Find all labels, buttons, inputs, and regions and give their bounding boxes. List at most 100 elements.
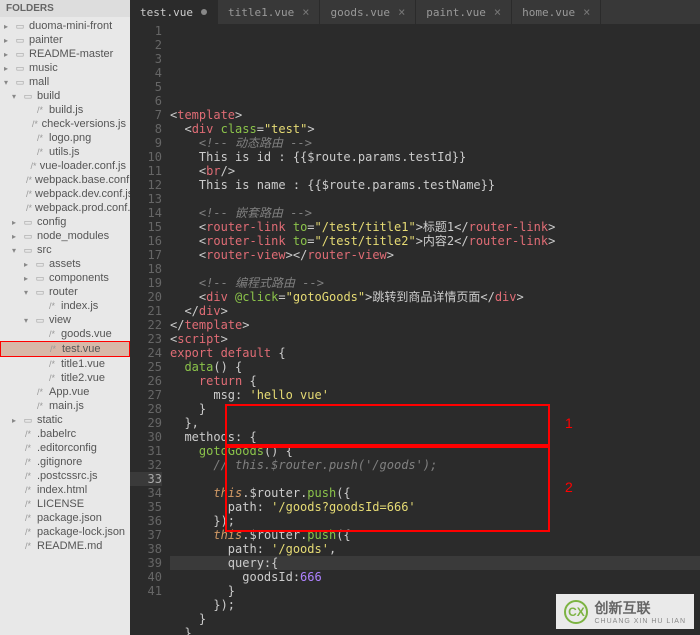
tree-item[interactable]: /*App.vue <box>0 385 130 399</box>
code-line[interactable]: This is name : {{$route.params.testName}… <box>170 178 700 192</box>
code-line[interactable] <box>170 472 700 486</box>
code-line[interactable]: this.$router.push({ <box>170 486 700 500</box>
code-line[interactable]: <div class="test"> <box>170 122 700 136</box>
folder-icon: ▭ <box>14 48 26 60</box>
tree-item[interactable]: /*package.json <box>0 511 130 525</box>
tree-item[interactable]: /*package-lock.json <box>0 525 130 539</box>
tree-item[interactable]: /*.postcssrc.js <box>0 469 130 483</box>
code-line[interactable]: <!-- 嵌套路由 --> <box>170 206 700 220</box>
code-line[interactable]: data() { <box>170 360 700 374</box>
tree-item[interactable]: ▾▭src <box>0 243 130 257</box>
folder-icon: ▭ <box>34 286 46 298</box>
code-line[interactable]: <router-view></router-view> <box>170 248 700 262</box>
code-line[interactable] <box>170 262 700 276</box>
tree-item[interactable]: ▸▭config <box>0 215 130 229</box>
tree-item[interactable]: /*title2.vue <box>0 371 130 385</box>
code-line[interactable]: </div> <box>170 304 700 318</box>
tree-item[interactable]: /*.gitignore <box>0 455 130 469</box>
code-line[interactable]: query:{ <box>170 556 700 570</box>
code-line[interactable]: goodsId:666 <box>170 570 700 584</box>
tab[interactable]: home.vue× <box>512 0 601 24</box>
line-number: 30 <box>130 430 162 444</box>
code-line[interactable]: <router-link to="/test/title2">内容2</rout… <box>170 234 700 248</box>
line-number: 15 <box>130 220 162 234</box>
file-icon: /* <box>22 428 34 440</box>
code-line[interactable]: path: '/goods?goodsId=666' <box>170 500 700 514</box>
tree-item[interactable]: ▸▭duoma-mini-front <box>0 19 130 33</box>
code-line[interactable]: return { <box>170 374 700 388</box>
tree-item[interactable]: /*LICENSE <box>0 497 130 511</box>
tab[interactable]: paint.vue× <box>416 0 512 24</box>
tab[interactable]: title1.vue× <box>218 0 320 24</box>
code-line[interactable]: <script> <box>170 332 700 346</box>
tree-item[interactable]: ▸▭README-master <box>0 47 130 61</box>
tree-item[interactable]: ▸▭music <box>0 61 130 75</box>
tree-label: main.js <box>49 400 84 412</box>
code-line[interactable]: </template> <box>170 318 700 332</box>
code-line[interactable]: methods: { <box>170 430 700 444</box>
close-icon[interactable]: × <box>583 5 590 19</box>
code-line[interactable]: this.$router.push({ <box>170 528 700 542</box>
code-line[interactable]: path: '/goods', <box>170 542 700 556</box>
tree-item[interactable]: ▾▭router <box>0 285 130 299</box>
code-line[interactable]: <!-- 动态路由 --> <box>170 136 700 150</box>
close-icon[interactable]: × <box>494 5 501 19</box>
folder-icon: ▭ <box>14 76 26 88</box>
code-line[interactable]: msg: 'hello vue' <box>170 388 700 402</box>
code-line[interactable]: } <box>170 402 700 416</box>
file-icon: /* <box>26 188 32 200</box>
tree-item[interactable]: /*test.vue <box>0 341 130 357</box>
tree-label: .postcssrc.js <box>37 470 98 482</box>
tree-item[interactable]: /*README.md <box>0 539 130 553</box>
code-line[interactable]: <br/> <box>170 164 700 178</box>
tab[interactable]: test.vue <box>130 0 218 24</box>
line-number: 14 <box>130 206 162 220</box>
tree-item[interactable]: /*goods.vue <box>0 327 130 341</box>
code-line[interactable]: This is id : {{$route.params.testId}} <box>170 150 700 164</box>
tree-item[interactable]: /*webpack.dev.conf.js <box>0 187 130 201</box>
tree-item[interactable]: /*index.js <box>0 299 130 313</box>
folder-icon: ▭ <box>14 62 26 74</box>
close-icon[interactable]: × <box>302 5 309 19</box>
tree-item[interactable]: /*.babelrc <box>0 427 130 441</box>
tree-label: LICENSE <box>37 498 84 510</box>
folder-arrow-icon: ▾ <box>12 246 20 255</box>
tree-label: utils.js <box>49 146 80 158</box>
tree-item[interactable]: /*webpack.prod.conf.js <box>0 201 130 215</box>
tree-item[interactable]: ▸▭static <box>0 413 130 427</box>
folder-arrow-icon: ▸ <box>24 274 32 283</box>
tree-item[interactable]: /*main.js <box>0 399 130 413</box>
tree-item[interactable]: ▾▭build <box>0 89 130 103</box>
code-line[interactable]: <div @click="gotoGoods">跳转到商品详情页面</div> <box>170 290 700 304</box>
code-line[interactable]: gotoGoods() { <box>170 444 700 458</box>
tree-item[interactable]: /*webpack.base.conf.js <box>0 173 130 187</box>
code-line[interactable]: <template> <box>170 108 700 122</box>
tree-item[interactable]: /*title1.vue <box>0 357 130 371</box>
code-area[interactable]: 1 2 <template> <div class="test"> <!-- 动… <box>170 24 700 635</box>
code-line[interactable]: export default { <box>170 346 700 360</box>
tree-item[interactable]: ▾▭mall <box>0 75 130 89</box>
code-line[interactable] <box>170 192 700 206</box>
code-editor[interactable]: 1234567891011121314151617181920212223242… <box>130 24 700 635</box>
code-line[interactable]: }, <box>170 416 700 430</box>
code-line[interactable]: }); <box>170 514 700 528</box>
tree-item[interactable]: ▸▭components <box>0 271 130 285</box>
tree-item[interactable]: /*.editorconfig <box>0 441 130 455</box>
tree-item[interactable]: /*index.html <box>0 483 130 497</box>
tree-item[interactable]: ▸▭node_modules <box>0 229 130 243</box>
tree-item[interactable]: /*build.js <box>0 103 130 117</box>
tree-item[interactable]: /*utils.js <box>0 145 130 159</box>
file-icon: /* <box>22 540 34 552</box>
tab[interactable]: goods.vue× <box>320 0 416 24</box>
code-line[interactable]: <!-- 编程式路由 --> <box>170 276 700 290</box>
tree-item[interactable]: ▸▭assets <box>0 257 130 271</box>
code-line[interactable]: <router-link to="/test/title1">标题1</rout… <box>170 220 700 234</box>
line-number: 29 <box>130 416 162 430</box>
close-icon[interactable]: × <box>398 5 405 19</box>
tree-item[interactable]: /*vue-loader.conf.js <box>0 159 130 173</box>
tree-item[interactable]: ▸▭painter <box>0 33 130 47</box>
tree-item[interactable]: /*logo.png <box>0 131 130 145</box>
code-line[interactable]: // this.$router.push('/goods'); <box>170 458 700 472</box>
tree-item[interactable]: ▾▭view <box>0 313 130 327</box>
tree-item[interactable]: /*check-versions.js <box>0 117 130 131</box>
